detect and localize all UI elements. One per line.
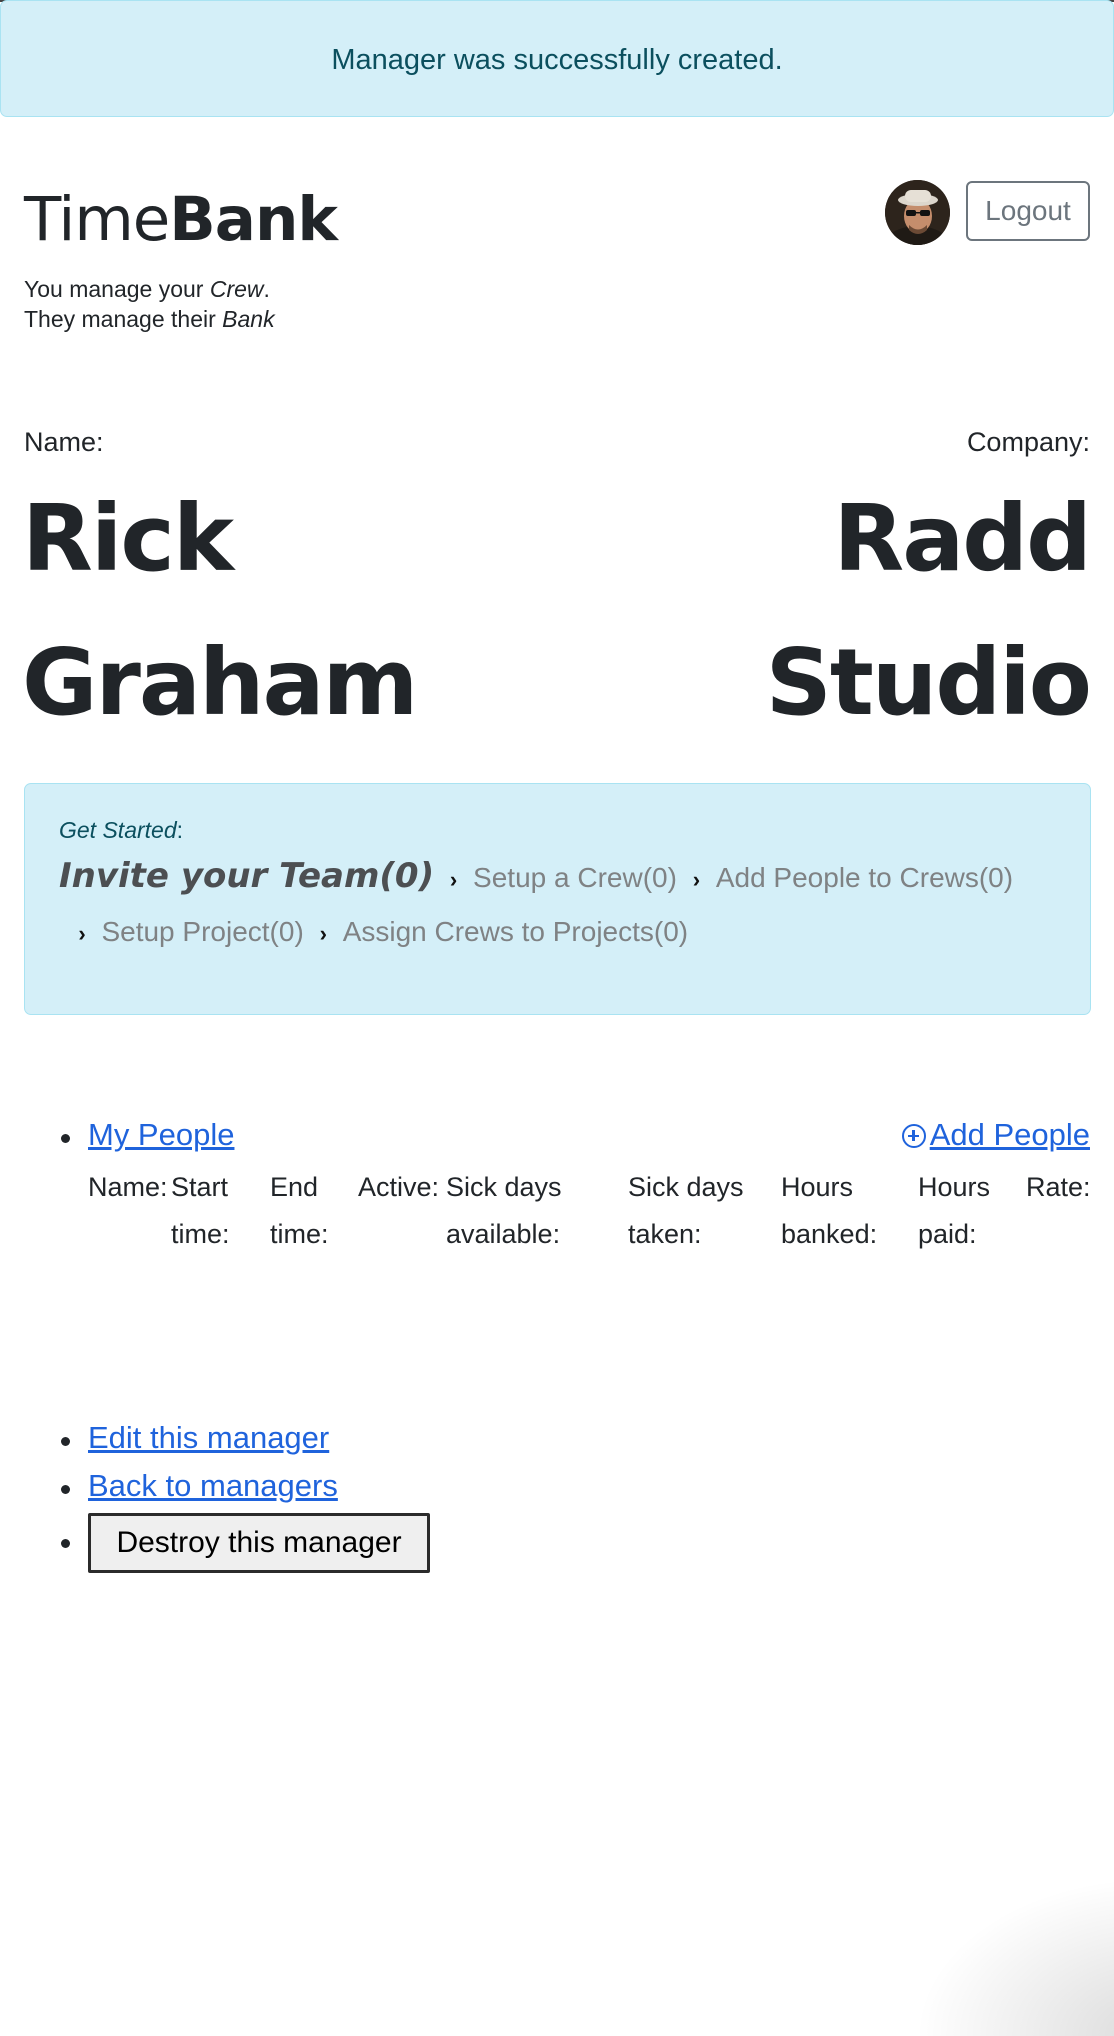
col-sick-tk-l2: taken:	[628, 1219, 702, 1249]
col-start-time: Start time:	[171, 1164, 230, 1258]
col-sick-available: Sick days available:	[446, 1164, 562, 1258]
tagline-line-2: They manage their Bank	[24, 304, 275, 334]
col-sick-av-l1: Sick days	[446, 1172, 562, 1202]
col-sick-tk-l1: Sick days	[628, 1172, 744, 1202]
step-add-people-to-crews[interactable]: Add People to Crews(0)	[716, 862, 1013, 893]
add-people-link[interactable]: Add People	[901, 1117, 1090, 1153]
col-hb-l2: banked:	[781, 1219, 878, 1249]
avatar-icon	[885, 180, 950, 245]
chevron-right-icon: ›	[692, 867, 701, 892]
tagline-1-em: Crew	[209, 276, 264, 302]
col-hb-l1: Hours	[781, 1172, 854, 1202]
company-line-2: Studio	[765, 629, 1092, 736]
step-invite-team[interactable]: Invite your Team(0)	[59, 856, 434, 896]
list-bullet	[61, 1485, 70, 1494]
steps-row-1: Invite your Team(0) › Setup a Crew(0) › …	[59, 856, 1013, 896]
col-active-l1: Active:	[358, 1172, 440, 1202]
tagline-1-prefix: You manage your	[24, 276, 210, 302]
my-people-link[interactable]: My People	[88, 1117, 234, 1153]
brand-logo[interactable]: TimeBank	[24, 182, 338, 258]
steps-row-2: › Setup Project(0) › Assign Crews to Pro…	[67, 916, 688, 948]
col-rate-l1: Rate:	[1026, 1172, 1091, 1202]
list-bullet	[61, 1134, 70, 1143]
logout-button[interactable]: Logout	[966, 181, 1090, 241]
col-start-l2: time:	[171, 1219, 230, 1249]
tagline-1-suffix: .	[263, 276, 270, 302]
corner-shadow	[914, 1876, 1114, 2036]
brand-light: Time	[24, 184, 170, 255]
edit-manager-link[interactable]: Edit this manager	[88, 1420, 329, 1456]
get-started-title: Get Started:	[59, 817, 183, 844]
company-name: Radd Studio	[765, 467, 1092, 755]
col-active: Active:	[358, 1164, 439, 1211]
col-hours-banked: Hours banked:	[781, 1164, 877, 1258]
manager-name: Rick Graham	[22, 467, 418, 755]
chevron-right-icon: ›	[319, 921, 327, 946]
flash-message: Manager was successfully created.	[331, 44, 783, 76]
back-to-managers-link[interactable]: Back to managers	[88, 1468, 338, 1504]
col-sick-taken: Sick days taken:	[628, 1164, 744, 1258]
tagline-line-1: You manage your Crew.	[24, 274, 275, 304]
col-hours-paid: Hours paid:	[918, 1164, 990, 1258]
col-end-time: End time:	[270, 1164, 329, 1258]
tagline-2-prefix: They manage their	[24, 306, 223, 332]
tagline: You manage your Crew. They manage their …	[24, 274, 275, 334]
brand-bold: Bank	[169, 184, 338, 255]
chevron-right-icon: ›	[78, 921, 86, 946]
list-bullet	[61, 1539, 70, 1548]
col-rate: Rate:	[1026, 1164, 1091, 1211]
add-people-label: Add People	[929, 1117, 1090, 1152]
plus-circle-icon	[901, 1124, 926, 1148]
flash-notice: Manager was successfully created.	[0, 0, 1114, 117]
col-name-l1: Name:	[88, 1172, 168, 1202]
chevron-right-icon: ›	[449, 867, 458, 892]
step-setup-project[interactable]: Setup Project(0)	[101, 916, 303, 947]
destroy-manager-button[interactable]: Destroy this manager	[88, 1513, 430, 1573]
company-line-1: Radd	[833, 485, 1092, 592]
get-started-title-text: Get Started	[59, 817, 177, 843]
get-started-panel: Get Started: Invite your Team(0) › Setup…	[24, 783, 1091, 1015]
get-started-colon: :	[176, 817, 184, 843]
user-avatar[interactable]	[885, 180, 950, 245]
step-setup-crew[interactable]: Setup a Crew(0)	[473, 862, 677, 893]
tagline-2-em: Bank	[222, 306, 275, 332]
col-hp-l1: Hours	[918, 1172, 991, 1202]
name-label: Name:	[24, 427, 104, 457]
col-hp-l2: paid:	[918, 1219, 977, 1249]
manager-first-name: Rick	[22, 485, 234, 592]
step-assign-crews[interactable]: Assign Crews to Projects(0)	[343, 916, 688, 947]
col-name: Name:	[88, 1164, 168, 1211]
col-end-l2: time:	[270, 1219, 329, 1249]
manager-last-name: Graham	[22, 629, 418, 736]
col-sick-av-l2: available:	[446, 1219, 561, 1249]
col-start-l1: Start	[171, 1172, 229, 1202]
company-label: Company:	[966, 427, 1090, 457]
list-bullet	[61, 1437, 70, 1446]
col-end-l1: End	[270, 1172, 319, 1202]
